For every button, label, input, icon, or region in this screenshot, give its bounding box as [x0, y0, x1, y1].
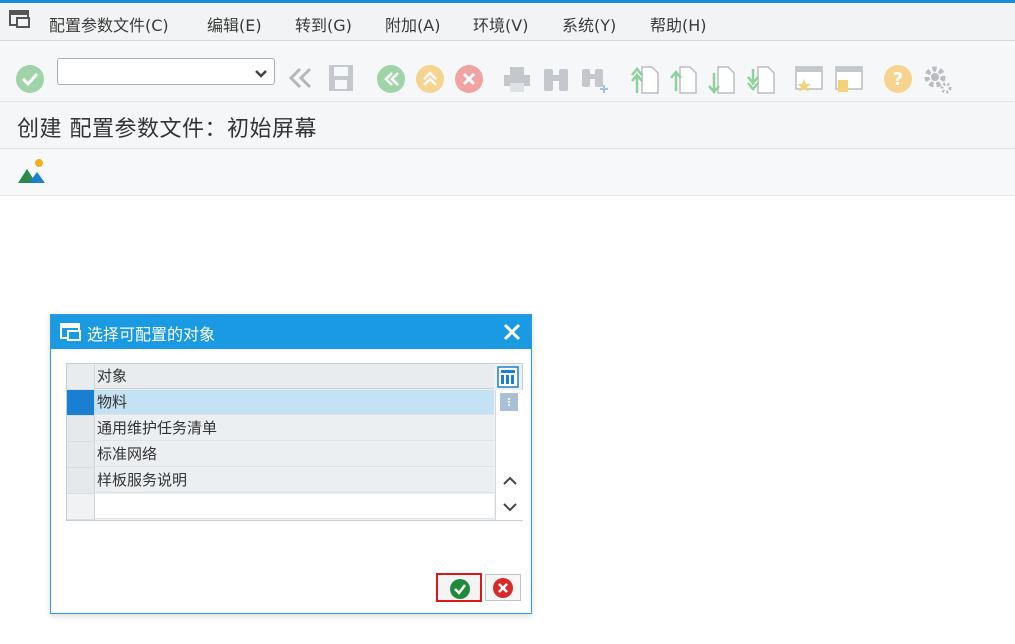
row-selector[interactable]	[67, 390, 95, 416]
close-icon[interactable]	[502, 322, 522, 346]
menu-bar: 配置参数文件(C) 编辑(E) 转到(G) 附加(A) 环境(V) 系统(Y) …	[0, 3, 1015, 41]
title-bar: 创建 配置参数文件：初始屏幕	[0, 102, 1015, 149]
standard-toolbar: ?	[0, 41, 1015, 102]
menu-item-help[interactable]: 帮助(H)	[650, 12, 707, 36]
scroll-thumb[interactable]	[500, 393, 518, 411]
menu-item-goto[interactable]: 转到(G)	[295, 12, 352, 36]
table-row[interactable]: 物料	[67, 390, 494, 416]
row-selector	[67, 494, 95, 520]
cancel-icon[interactable]	[454, 64, 484, 98]
table-cell-empty	[95, 494, 494, 519]
table-row[interactable]: 标准网络	[67, 442, 494, 468]
table-header-row: 对象	[67, 364, 494, 390]
menu-item-environment[interactable]: 环境(V)	[473, 12, 528, 36]
command-field[interactable]	[57, 58, 275, 85]
cancel-button[interactable]	[485, 574, 521, 601]
shortcut-icon[interactable]	[834, 64, 864, 98]
table-row-empty	[67, 494, 494, 520]
chevron-up-icon[interactable]	[502, 472, 518, 491]
select-object-dialog: 选择可配置的对象 对象 物料 通用维护任务清单 标准网络 样板服务说明	[50, 314, 532, 614]
menu-icon[interactable]	[9, 10, 31, 28]
menu-item-profile[interactable]: 配置参数文件(C)	[49, 12, 169, 36]
dialog-menu-icon[interactable]	[60, 323, 82, 345]
menu-item-edit[interactable]: 编辑(E)	[207, 12, 262, 36]
exit-icon[interactable]	[415, 64, 445, 98]
row-selector[interactable]	[67, 416, 95, 442]
row-selector[interactable]	[67, 468, 95, 494]
chevron-down-icon[interactable]	[254, 65, 268, 84]
chevron-down-icon[interactable]	[502, 498, 518, 517]
table-cell[interactable]: 通用维护任务清单	[95, 416, 494, 441]
back-icon[interactable]	[376, 64, 406, 98]
table-cell[interactable]: 样板服务说明	[95, 468, 494, 493]
save-icon[interactable]	[327, 63, 355, 97]
vertical-scrollbar[interactable]	[495, 390, 523, 520]
first-page-icon[interactable]	[630, 63, 660, 99]
object-table: 对象 物料 通用维护任务清单 标准网络 样板服务说明	[66, 363, 523, 521]
cancel-x-icon	[492, 577, 514, 603]
next-page-icon[interactable]	[708, 63, 738, 99]
dialog-header: 选择可配置的对象	[51, 315, 531, 349]
find-icon[interactable]	[541, 63, 571, 97]
application-toolbar	[0, 149, 1015, 196]
enter-check-icon[interactable]	[15, 64, 45, 98]
print-icon[interactable]	[502, 64, 532, 98]
last-page-icon[interactable]	[746, 63, 776, 99]
column-header-object[interactable]: 对象	[95, 364, 494, 389]
check-icon	[449, 578, 471, 604]
table-cell[interactable]: 物料	[95, 390, 494, 415]
row-selector[interactable]	[67, 442, 95, 468]
select-all-cell[interactable]	[67, 364, 95, 390]
double-chevron-left-icon[interactable]	[287, 66, 313, 94]
column-settings-icon[interactable]	[497, 366, 519, 392]
svg-text:?: ?	[893, 69, 903, 90]
table-row[interactable]: 样板服务说明	[67, 468, 494, 494]
menu-item-extras[interactable]: 附加(A)	[385, 12, 440, 36]
table-cell[interactable]: 标准网络	[95, 442, 494, 467]
find-next-icon[interactable]	[580, 63, 612, 99]
previous-page-icon[interactable]	[670, 63, 700, 99]
page-title: 创建 配置参数文件：初始屏幕	[17, 117, 317, 142]
mountain-icon[interactable]	[17, 157, 47, 189]
command-input[interactable]	[62, 60, 256, 85]
new-session-icon[interactable]	[794, 64, 824, 98]
gear-icon[interactable]	[922, 64, 954, 100]
dialog-title: 选择可配置的对象	[87, 325, 216, 344]
help-icon[interactable]: ?	[883, 64, 913, 98]
confirm-button[interactable]	[436, 573, 482, 602]
menu-item-system[interactable]: 系统(Y)	[562, 12, 616, 36]
table-row[interactable]: 通用维护任务清单	[67, 416, 494, 442]
